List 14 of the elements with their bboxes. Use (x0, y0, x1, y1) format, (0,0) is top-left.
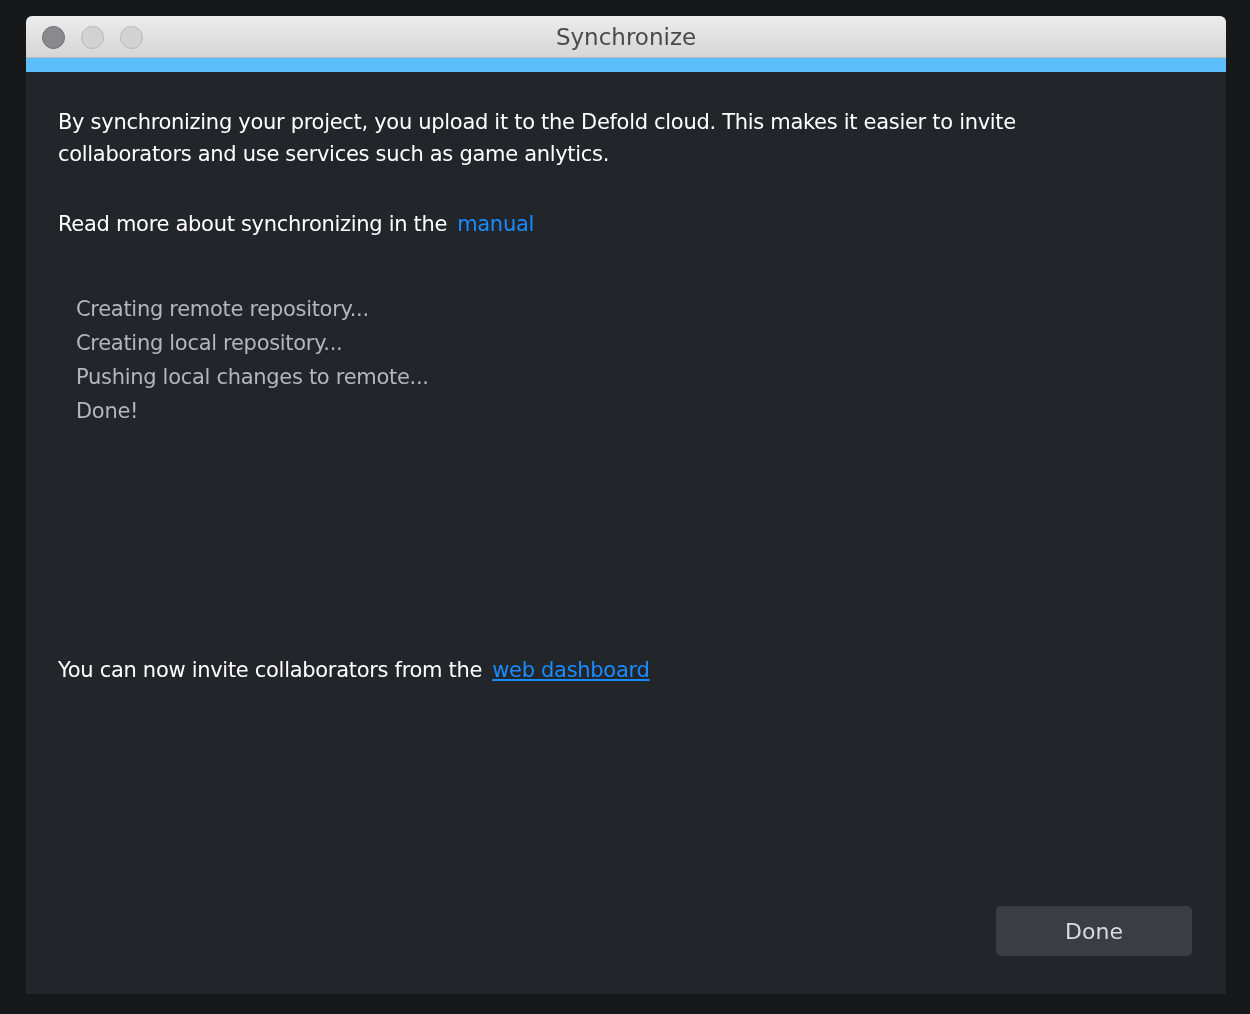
manual-link[interactable]: manual (457, 212, 534, 236)
log-line: Creating local repository... (76, 330, 343, 357)
log-line: Creating remote repository... (76, 296, 369, 323)
zoom-icon[interactable] (120, 26, 143, 49)
close-icon[interactable] (42, 26, 65, 49)
done-button[interactable]: Done (996, 906, 1192, 956)
log-line: Done! (76, 398, 139, 425)
intro-text: By synchronizing your project, you upload it to the Defold cloud. This makes it easier to invite collaborators and use services such as game anlytics. (58, 109, 1017, 168)
invite-text: You can now invite collaborators from the (58, 658, 483, 682)
read-more-text: Read more about synchronizing in the (58, 212, 448, 236)
window-title: Synchronize (555, 23, 697, 50)
dashboard-link[interactable]: web dashboard (492, 658, 650, 682)
minimize-icon[interactable] (81, 26, 104, 49)
log-line: Pushing local changes to remote... (76, 364, 429, 391)
